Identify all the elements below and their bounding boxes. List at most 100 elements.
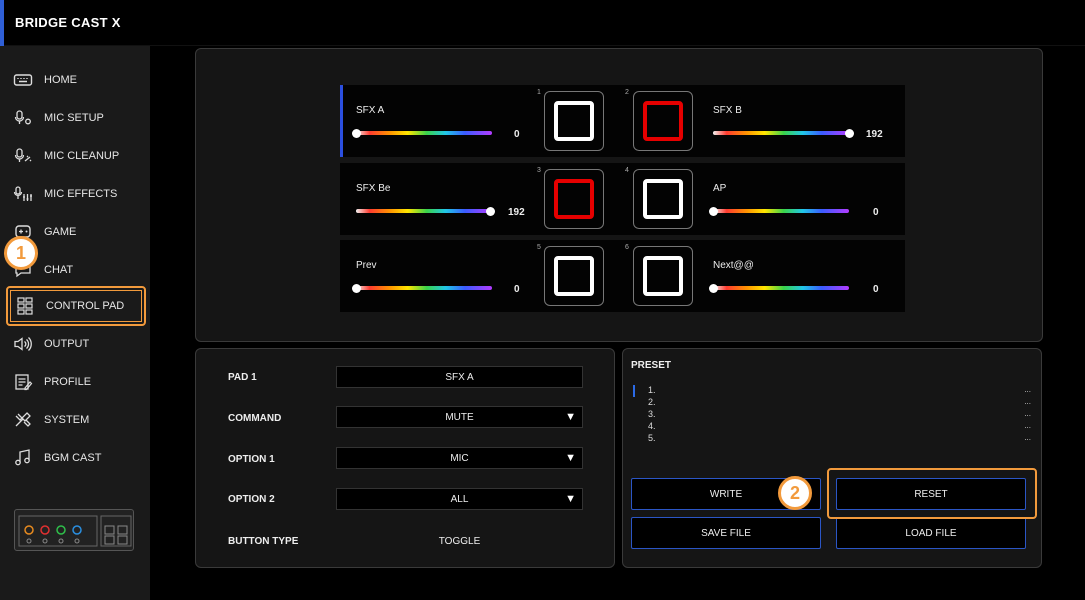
command-value: MUTE <box>445 411 474 423</box>
pad-number: 3 <box>537 167 541 174</box>
pad-2[interactable]: 2 SFX B 192 <box>621 85 905 157</box>
sidebar-item-label: SYSTEM <box>44 414 90 426</box>
preset-item[interactable]: 2. ... <box>631 397 1031 409</box>
sidebar-item-label: HOME <box>44 74 77 86</box>
sidebar-item-label: GAME <box>44 226 77 238</box>
sidebar-item-system[interactable]: SYSTEM <box>6 402 146 438</box>
mic-gear-icon <box>12 108 34 128</box>
slider-knob[interactable] <box>845 129 854 138</box>
button-type-value: TOGGLE <box>438 535 481 547</box>
pad-number: 2 <box>625 89 629 96</box>
pad-button-light <box>643 101 683 141</box>
pad-value: 0 <box>514 129 520 140</box>
title-bar: BRIDGE CAST X <box>0 0 1085 46</box>
option2-value: ALL <box>450 493 469 505</box>
pad-volume-slider[interactable] <box>356 131 492 135</box>
pad-volume-slider[interactable] <box>713 131 849 135</box>
pad-volume-slider[interactable] <box>356 209 492 213</box>
pad-6[interactable]: 6 Next@@ 0 <box>621 240 905 312</box>
sidebar-item-label: BGM CAST <box>44 452 102 464</box>
pad-value: 0 <box>873 284 879 295</box>
pad-panel: SFX A 0 1 2 SFX B 192 SFX Be 192 3 4 AP … <box>195 48 1043 342</box>
dropdown-arrow-icon: ▼ <box>565 411 576 423</box>
preset-item[interactable]: 1. ... <box>631 385 1031 397</box>
pad-volume-slider[interactable] <box>713 286 849 290</box>
pad-button[interactable] <box>633 169 693 229</box>
pad-value: 192 <box>866 129 883 140</box>
pad-value: 0 <box>514 284 520 295</box>
pad-number: 4 <box>625 167 629 174</box>
sidebar-item-mic-cleanup[interactable]: MIC CLEANUP <box>6 138 146 174</box>
sidebar-item-bgm-cast[interactable]: BGM CAST <box>6 440 146 476</box>
pad-name-field[interactable]: SFX A <box>336 366 583 388</box>
load-file-button[interactable]: LOAD FILE <box>836 517 1026 549</box>
dropdown-arrow-icon: ▼ <box>565 452 576 464</box>
preset-item[interactable]: 4. ... <box>631 421 1031 433</box>
dropdown-arrow-icon: ▼ <box>565 493 576 505</box>
sidebar-item-control-pad[interactable]: CONTROL PAD <box>6 286 146 326</box>
slider-knob[interactable] <box>352 129 361 138</box>
pad-button[interactable] <box>633 246 693 306</box>
pad-button-light <box>554 256 594 296</box>
slider-knob[interactable] <box>709 207 718 216</box>
pad-name: SFX B <box>713 105 742 116</box>
callout-1: 1 <box>4 236 38 270</box>
preset-selected-marker <box>633 385 635 397</box>
preset-list: 1. ... 2. ... 3. ... 4. ... 5. ... <box>631 385 1031 445</box>
sidebar: HOME MIC SETUP MIC CLEANUP MIC EFFECTS G… <box>0 46 150 600</box>
pad-name: Prev <box>356 260 377 271</box>
option1-select[interactable]: MIC ▼ <box>336 447 583 469</box>
mic-sparkle-icon <box>12 146 34 166</box>
slider-knob[interactable] <box>709 284 718 293</box>
command-select[interactable]: MUTE ▼ <box>336 406 583 428</box>
grid-icon <box>14 296 36 316</box>
pad-button[interactable] <box>544 169 604 229</box>
keyboard-icon <box>12 70 34 90</box>
slider-knob[interactable] <box>486 207 495 216</box>
pad-button-light <box>554 179 594 219</box>
pad-volume-slider[interactable] <box>356 286 492 290</box>
pad-5[interactable]: Prev 0 5 <box>340 240 624 312</box>
sidebar-item-profile[interactable]: PROFILE <box>6 364 146 400</box>
sidebar-item-mic-setup[interactable]: MIC SETUP <box>6 100 146 136</box>
option1-value: MIC <box>450 452 469 464</box>
pad-button-light <box>554 101 594 141</box>
pad-button[interactable] <box>633 91 693 151</box>
tools-icon <box>12 410 34 430</box>
preset-title: PRESET <box>631 360 672 371</box>
title-accent-bar <box>0 0 4 46</box>
option2-label: OPTION 2 <box>228 494 275 505</box>
pad-number: 1 <box>537 89 541 96</box>
pad-name: Next@@ <box>713 260 754 271</box>
pad-3[interactable]: SFX Be 192 3 <box>340 163 624 235</box>
pad-settings-panel: PAD 1 SFX A COMMAND MUTE ▼ OPTION 1 MIC … <box>195 348 615 568</box>
sidebar-item-output[interactable]: OUTPUT <box>6 326 146 362</box>
preset-number: 3. <box>648 409 656 419</box>
sidebar-item-mic-effects[interactable]: MIC EFFECTS <box>6 176 146 212</box>
callout-2: 2 <box>778 476 812 510</box>
sidebar-item-label: MIC SETUP <box>44 112 104 124</box>
pad-button[interactable] <box>544 91 604 151</box>
option1-label: OPTION 1 <box>228 454 275 465</box>
preset-item[interactable]: 3. ... <box>631 409 1031 421</box>
pad-1[interactable]: SFX A 0 1 <box>340 85 624 157</box>
pad-name: SFX Be <box>356 183 391 194</box>
button-type-label: BUTTON TYPE <box>228 536 299 547</box>
sidebar-item-home[interactable]: HOME <box>6 62 146 98</box>
command-label: COMMAND <box>228 413 282 424</box>
save-file-button[interactable]: SAVE FILE <box>631 517 821 549</box>
option2-select[interactable]: ALL ▼ <box>336 488 583 510</box>
slider-knob[interactable] <box>352 284 361 293</box>
sidebar-item-label: PROFILE <box>44 376 92 388</box>
preset-item[interactable]: 5. ... <box>631 433 1031 445</box>
pad-value: 192 <box>508 207 525 218</box>
pad-name: SFX A <box>356 105 385 116</box>
sidebar-item-label: MIC EFFECTS <box>44 188 118 200</box>
preset-panel: PRESET 1. ... 2. ... 3. ... 4. ... 5. ..… <box>622 348 1042 568</box>
preset-number: 2. <box>648 397 656 407</box>
pad-button[interactable] <box>544 246 604 306</box>
pad-volume-slider[interactable] <box>713 209 849 213</box>
pad-4[interactable]: 4 AP 0 <box>621 163 905 235</box>
sidebar-item-label: CONTROL PAD <box>46 300 125 312</box>
app-title: BRIDGE CAST X <box>15 15 121 30</box>
